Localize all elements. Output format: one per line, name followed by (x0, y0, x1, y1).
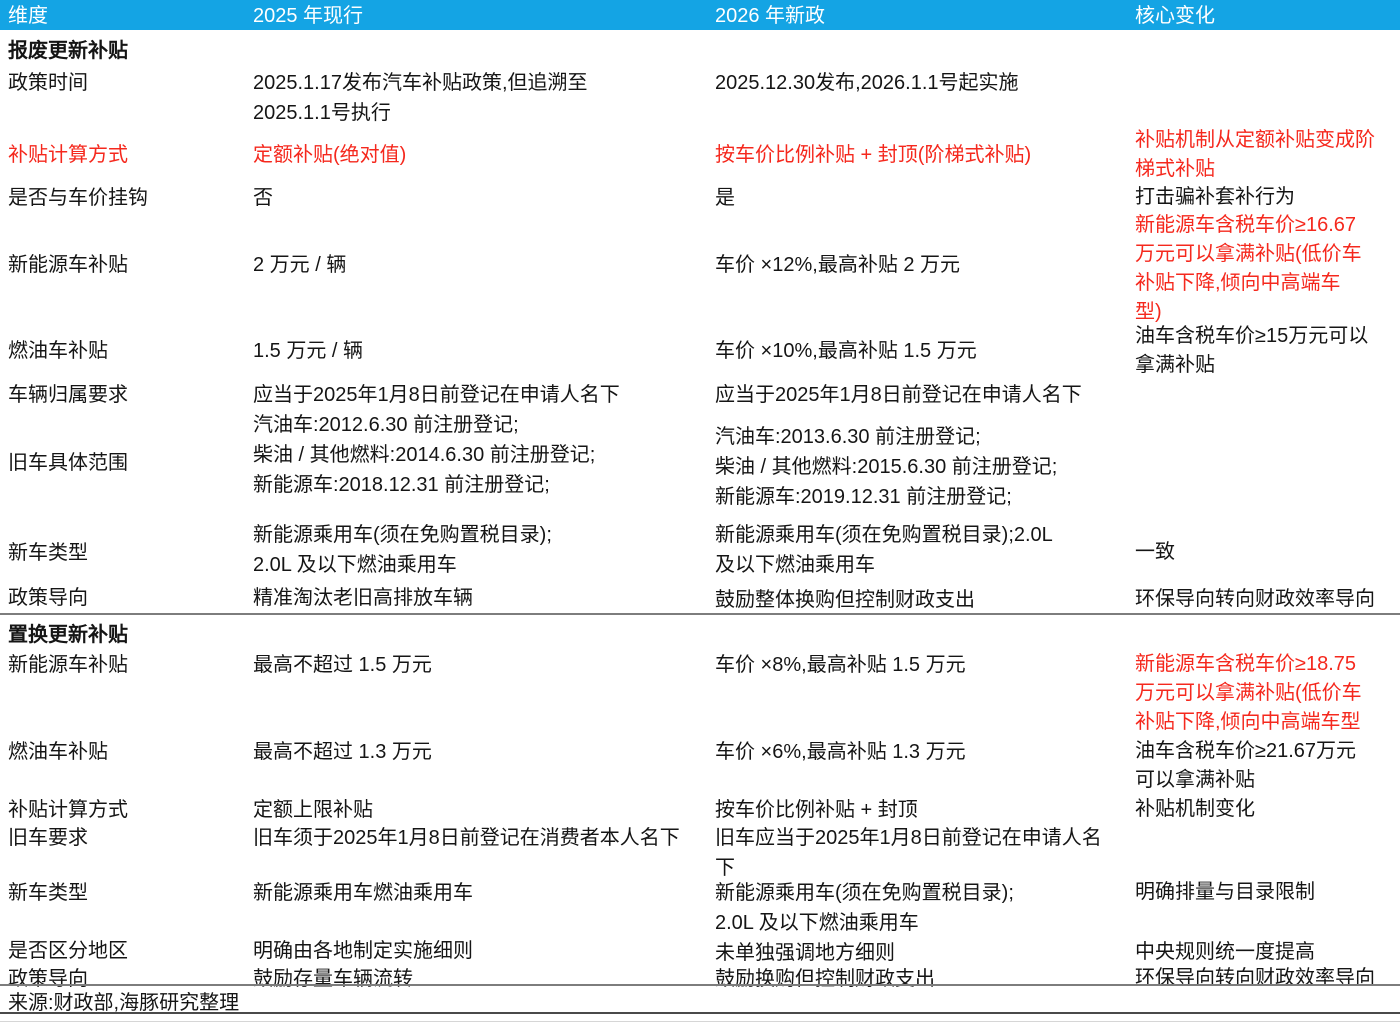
cell-s1-price-linked-change: 打击骗补套补行为 (1135, 183, 1397, 212)
footer-divider-top (0, 984, 1400, 986)
cell-s1-ice-subsidy-change: 油车含税车价≥15万元可以 拿满补贴 (1135, 322, 1397, 380)
row-label-new-car-type: 新车类型 (8, 538, 248, 568)
cell-s2-calc-method-new: 按车价比例补贴 + 封顶 (715, 795, 1131, 825)
column-header-dimension: 维度 (8, 1, 48, 31)
section-title-scrappage: 报废更新补贴 (8, 36, 248, 66)
column-header-2026-new: 2026 年新政 (715, 1, 825, 31)
footer-divider-faint (0, 1021, 1400, 1022)
row-label-t-ice-subsidy: 燃油车补贴 (8, 737, 248, 767)
row-label-ownership: 车辆归属要求 (8, 380, 248, 410)
cell-s1-calc-method-change: 补贴机制从定额补贴变成阶 梯式补贴 (1135, 126, 1397, 184)
cell-s1-policy-time-new: 2025.12.30发布,2026.1.1号起实施 (715, 68, 1131, 98)
cell-s2-regional-current: 明确由各地制定实施细则 (253, 936, 709, 966)
cell-s1-price-linked-new: 是 (715, 183, 1131, 213)
cell-s1-nev-subsidy-new: 车价 ×12%,最高补贴 2 万元 (715, 250, 1131, 280)
cell-s2-nev-subsidy-change-red: 新能源车含税车价≥18.75 万元可以拿满补贴(低价车 补贴下降,倾向中高端车型 (1135, 650, 1397, 737)
cell-s1-ice-subsidy-new: 车价 ×10%,最高补贴 1.5 万元 (715, 336, 1131, 366)
section-divider (0, 613, 1400, 615)
cell-s1-ice-subsidy-current: 1.5 万元 / 辆 (253, 336, 709, 366)
cell-s1-new-car-type-current: 新能源乘用车(须在免购置税目录); 2.0L 及以下燃油乘用车 (253, 520, 709, 580)
cell-s1-nev-subsidy-current: 2 万元 / 辆 (253, 250, 709, 280)
cell-s1-calc-method-current: 定额补贴(绝对值) (253, 140, 709, 170)
row-label-old-car-scope: 旧车具体范围 (8, 448, 248, 478)
cell-s2-ice-subsidy-new: 车价 ×6%,最高补贴 1.3 万元 (715, 737, 1131, 767)
column-header-core-changes: 核心变化 (1135, 1, 1215, 31)
cell-s1-policy-direction-new: 鼓励整体换购但控制财政支出 (715, 585, 1131, 615)
row-label-nev-subsidy: 新能源车补贴 (8, 250, 248, 280)
cell-s2-ice-subsidy-change: 油车含税车价≥21.67万元 可以拿满补贴 (1135, 737, 1397, 795)
cell-s1-policy-time-current: 2025.1.17发布汽车补贴政策,但追溯至 2025.1.1号执行 (253, 68, 709, 128)
footer-divider-bottom (0, 1012, 1400, 1014)
cell-s2-calc-method-current: 定额上限补贴 (253, 795, 709, 825)
cell-s2-policy-direction-new: 鼓励换购但控制财政支出 (715, 964, 1131, 994)
row-label-t-regional: 是否区分地区 (8, 936, 248, 966)
cell-s2-new-car-type-new: 新能源乘用车(须在免购置税目录); 2.0L 及以下燃油乘用车 (715, 878, 1131, 938)
cell-s2-ice-subsidy-current: 最高不超过 1.3 万元 (253, 737, 709, 767)
cell-s1-policy-direction-current: 精准淘汰老旧高排放车辆 (253, 583, 709, 613)
row-label-policy-direction: 政策导向 (8, 583, 248, 613)
row-label-t-new-car-type: 新车类型 (8, 878, 248, 908)
cell-s2-old-car-req-current: 旧车须于2025年1月8日前登记在消费者本人名下 (253, 823, 709, 853)
cell-s1-calc-method-new: 按车价比例补贴 + 封顶(阶梯式补贴) (715, 140, 1131, 170)
cell-s1-new-car-type-change: 一致 (1135, 538, 1397, 567)
cell-s2-new-car-type-change: 明确排量与目录限制 (1135, 878, 1397, 907)
cell-s1-price-linked-current: 否 (253, 183, 709, 213)
cell-s1-new-car-type-new: 新能源乘用车(须在免购置税目录);2.0L 及以下燃油乘用车 (715, 520, 1131, 580)
policy-comparison-table: 维度 2025 年现行 2026 年新政 核心变化 报废更新补贴 政策时间 20… (0, 0, 1400, 1024)
cell-s2-old-car-req-new: 旧车应当于2025年1月8日前登记在申请人名 下 (715, 823, 1131, 883)
column-header-2025-current: 2025 年现行 (253, 1, 363, 31)
cell-s1-ownership-current: 应当于2025年1月8日前登记在申请人名下 (253, 380, 709, 410)
row-label-ice-subsidy: 燃油车补贴 (8, 336, 248, 366)
row-label-calc-method: 补贴计算方式 (8, 140, 248, 170)
section-title-tradein: 置换更新补贴 (8, 620, 248, 650)
cell-s2-nev-subsidy-new: 车价 ×8%,最高补贴 1.5 万元 (715, 650, 1131, 680)
cell-s2-nev-subsidy-current: 最高不超过 1.5 万元 (253, 650, 709, 680)
row-label-t-nev-subsidy: 新能源车补贴 (8, 650, 248, 680)
row-label-t-calc-method: 补贴计算方式 (8, 795, 248, 825)
cell-s1-price-linked-change-red: 新能源车含税车价≥16.67 万元可以拿满补贴(低价车 补贴下降,倾向中高端车 … (1135, 211, 1397, 327)
row-label-policy-time: 政策时间 (8, 68, 248, 98)
cell-s1-old-car-scope-current: 汽油车:2012.6.30 前注册登记; 柴油 / 其他燃料:2014.6.30… (253, 410, 709, 500)
row-label-price-linked: 是否与车价挂钩 (8, 183, 248, 213)
cell-s2-policy-direction-change: 环保导向转向财政效率导向 (1135, 964, 1397, 993)
cell-s2-new-car-type-current: 新能源乘用车燃油乘用车 (253, 878, 709, 908)
row-label-t-old-car-req: 旧车要求 (8, 823, 248, 853)
cell-s2-calc-method-change: 补贴机制变化 (1135, 795, 1397, 824)
cell-s2-regional-change: 中央规则统一度提高 (1135, 938, 1397, 967)
cell-s1-ownership-new: 应当于2025年1月8日前登记在申请人名下 (715, 380, 1131, 410)
cell-s1-old-car-scope-new: 汽油车:2013.6.30 前注册登记; 柴油 / 其他燃料:2015.6.30… (715, 422, 1131, 512)
cell-s1-policy-direction-change: 环保导向转向财政效率导向 (1135, 585, 1397, 614)
